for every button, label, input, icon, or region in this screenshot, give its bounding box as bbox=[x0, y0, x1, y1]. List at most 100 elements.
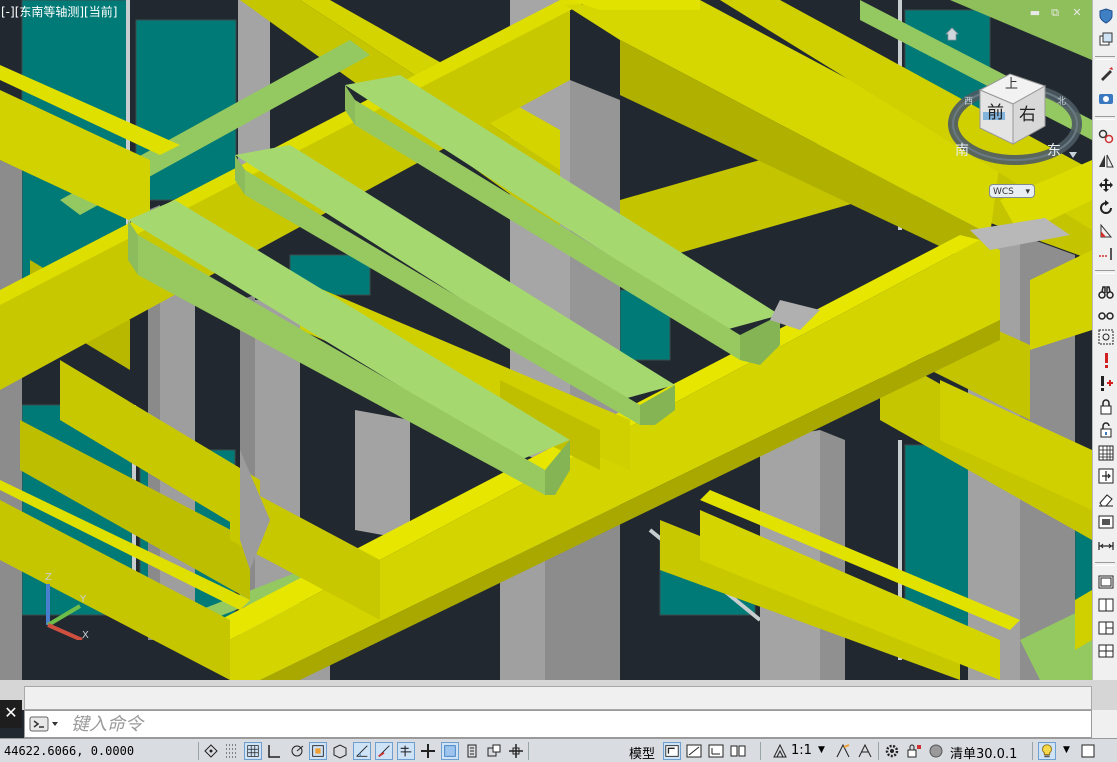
grid-icon[interactable] bbox=[1098, 445, 1114, 461]
ucs-icon: Z Y X bbox=[45, 572, 89, 640]
viewcube-front-label[interactable]: 前 bbox=[987, 98, 1004, 123]
annotation-scale-icon[interactable] bbox=[771, 742, 789, 760]
transparency-icon[interactable] bbox=[441, 742, 459, 760]
command-recent-button[interactable] bbox=[29, 716, 61, 732]
viewport-double-icon[interactable] bbox=[1098, 597, 1114, 613]
extend-icon[interactable] bbox=[1098, 246, 1114, 262]
coordinate-readout[interactable]: 44622.6066, 0.0000 bbox=[4, 744, 134, 758]
command-input[interactable] bbox=[71, 713, 971, 735]
viewcube[interactable]: 上 前 右 南 东 西 北 bbox=[945, 62, 1085, 172]
snap-icon[interactable] bbox=[202, 742, 220, 760]
lightbulb-icon[interactable] bbox=[1038, 742, 1056, 760]
gear-icon[interactable] bbox=[883, 742, 901, 760]
viewport-label[interactable]: [-][东南等轴测][当前] bbox=[1, 3, 117, 20]
command-line-edge bbox=[1092, 710, 1117, 738]
warning-icon[interactable] bbox=[1098, 352, 1114, 368]
eraser-icon[interactable] bbox=[1098, 491, 1114, 507]
command-history-area bbox=[24, 686, 1092, 710]
wcs-menu[interactable]: WCS ▾ bbox=[989, 184, 1035, 198]
osnap-icon[interactable] bbox=[309, 742, 327, 760]
compass-south-label[interactable]: 南 bbox=[955, 140, 969, 160]
command-line bbox=[24, 710, 1092, 738]
compass-east-label[interactable]: 东 bbox=[1047, 140, 1061, 160]
viewcube-right-label[interactable]: 右 bbox=[1019, 100, 1036, 125]
status-separator bbox=[198, 742, 199, 760]
rotate-icon[interactable] bbox=[1098, 200, 1114, 216]
compass-north-label[interactable]: 北 bbox=[1057, 94, 1066, 107]
toolbar-separator bbox=[1095, 270, 1115, 274]
cleanup-label[interactable]: 清单30.0.1 bbox=[950, 743, 1017, 762]
camera-icon[interactable] bbox=[1098, 90, 1114, 106]
annotation-visibility-icon[interactable] bbox=[834, 742, 852, 760]
toolbar-separator bbox=[1095, 562, 1115, 566]
3dosnap-icon[interactable] bbox=[331, 742, 349, 760]
minimize-icon[interactable]: ▬ bbox=[1028, 6, 1042, 20]
dyn-icon[interactable] bbox=[397, 742, 415, 760]
right-toolbar bbox=[1092, 0, 1117, 680]
camera-target-icon[interactable] bbox=[1098, 329, 1114, 345]
auto-scale-icon[interactable] bbox=[856, 742, 874, 760]
lock-ui-icon[interactable] bbox=[905, 742, 923, 760]
toolbar-separator bbox=[1095, 56, 1115, 60]
fullscreen-icon[interactable] bbox=[1079, 742, 1097, 760]
sc-icon[interactable] bbox=[485, 742, 503, 760]
shield-icon[interactable] bbox=[1098, 8, 1114, 24]
layout1-icon[interactable] bbox=[685, 742, 703, 760]
viewport-three-icon[interactable] bbox=[1098, 620, 1114, 636]
lineweight-icon[interactable] bbox=[419, 742, 437, 760]
ortho-icon[interactable] bbox=[265, 742, 283, 760]
mirror-icon[interactable] bbox=[1098, 153, 1114, 169]
qp-icon[interactable] bbox=[463, 742, 481, 760]
status-separator bbox=[528, 742, 529, 760]
model-scene[interactable] bbox=[0, 0, 1092, 680]
ducs-icon[interactable] bbox=[375, 742, 393, 760]
paint-brush-icon[interactable] bbox=[1098, 66, 1114, 82]
frame-icon[interactable] bbox=[1098, 514, 1114, 530]
toolbar-separator bbox=[1095, 116, 1115, 120]
command-history bbox=[0, 680, 1117, 710]
warning-plus-icon[interactable] bbox=[1098, 375, 1114, 391]
home-icon[interactable] bbox=[944, 26, 960, 42]
chevron-down-icon[interactable]: ▼ bbox=[1063, 745, 1070, 755]
model-space-icon[interactable] bbox=[663, 742, 681, 760]
dimension-icon[interactable] bbox=[1098, 538, 1114, 554]
chevron-down-icon[interactable]: ▼ bbox=[818, 745, 825, 755]
scale-icon[interactable] bbox=[1098, 223, 1114, 239]
copy-view-icon[interactable] bbox=[1098, 31, 1114, 47]
model-viewport[interactable]: [-][东南等轴测][当前] ▬ ⧉ ✕ 上 前 右 南 东 西 北 WCS ▾ … bbox=[0, 0, 1092, 680]
grid-display-icon[interactable] bbox=[244, 742, 262, 760]
compass-west-label[interactable]: 西 bbox=[964, 94, 973, 107]
glasses-icon[interactable] bbox=[1098, 306, 1114, 322]
chevron-down-icon: ▾ bbox=[1025, 187, 1030, 197]
ucs-y-label: Y bbox=[79, 594, 87, 605]
hardware-acceleration-icon[interactable] bbox=[927, 742, 945, 760]
stretch-icon[interactable] bbox=[1098, 468, 1114, 484]
grid-icon[interactable] bbox=[223, 742, 241, 760]
move-icon[interactable] bbox=[1098, 177, 1114, 193]
close-icon[interactable]: ✕ bbox=[1070, 6, 1084, 20]
layout2-icon[interactable] bbox=[707, 742, 725, 760]
wcs-label: WCS bbox=[993, 187, 1014, 197]
close-icon[interactable]: ✕ bbox=[0, 700, 22, 728]
status-separator bbox=[878, 742, 879, 760]
viewport-window-controls: ▬ ⧉ ✕ bbox=[1028, 6, 1088, 20]
model-tab[interactable]: 模型 bbox=[629, 743, 655, 762]
restore-icon[interactable]: ⧉ bbox=[1048, 6, 1062, 20]
lock-icon[interactable] bbox=[1098, 399, 1114, 415]
ucs-x-label: X bbox=[82, 630, 89, 640]
status-separator bbox=[1032, 742, 1033, 760]
am-icon[interactable] bbox=[507, 742, 525, 760]
status-separator bbox=[760, 742, 761, 760]
viewport-four-icon[interactable] bbox=[1098, 643, 1114, 659]
quick-view-icon[interactable] bbox=[729, 742, 747, 760]
polar-icon[interactable] bbox=[288, 742, 306, 760]
status-bar: 44622.6066, 0.0000 模型 1:1 ▼ 清单30.0.1 ▼ bbox=[0, 738, 1117, 762]
viewcube-top-label[interactable]: 上 bbox=[1005, 73, 1018, 92]
binoculars-icon[interactable] bbox=[1098, 284, 1114, 300]
otrack-icon[interactable] bbox=[353, 742, 371, 760]
annotation-scale-value[interactable]: 1:1 bbox=[791, 743, 812, 758]
lock-open-icon[interactable] bbox=[1098, 422, 1114, 438]
orbit-icon[interactable] bbox=[1098, 128, 1114, 144]
ucs-z-label: Z bbox=[45, 572, 52, 583]
viewport-single-icon[interactable] bbox=[1098, 574, 1114, 590]
